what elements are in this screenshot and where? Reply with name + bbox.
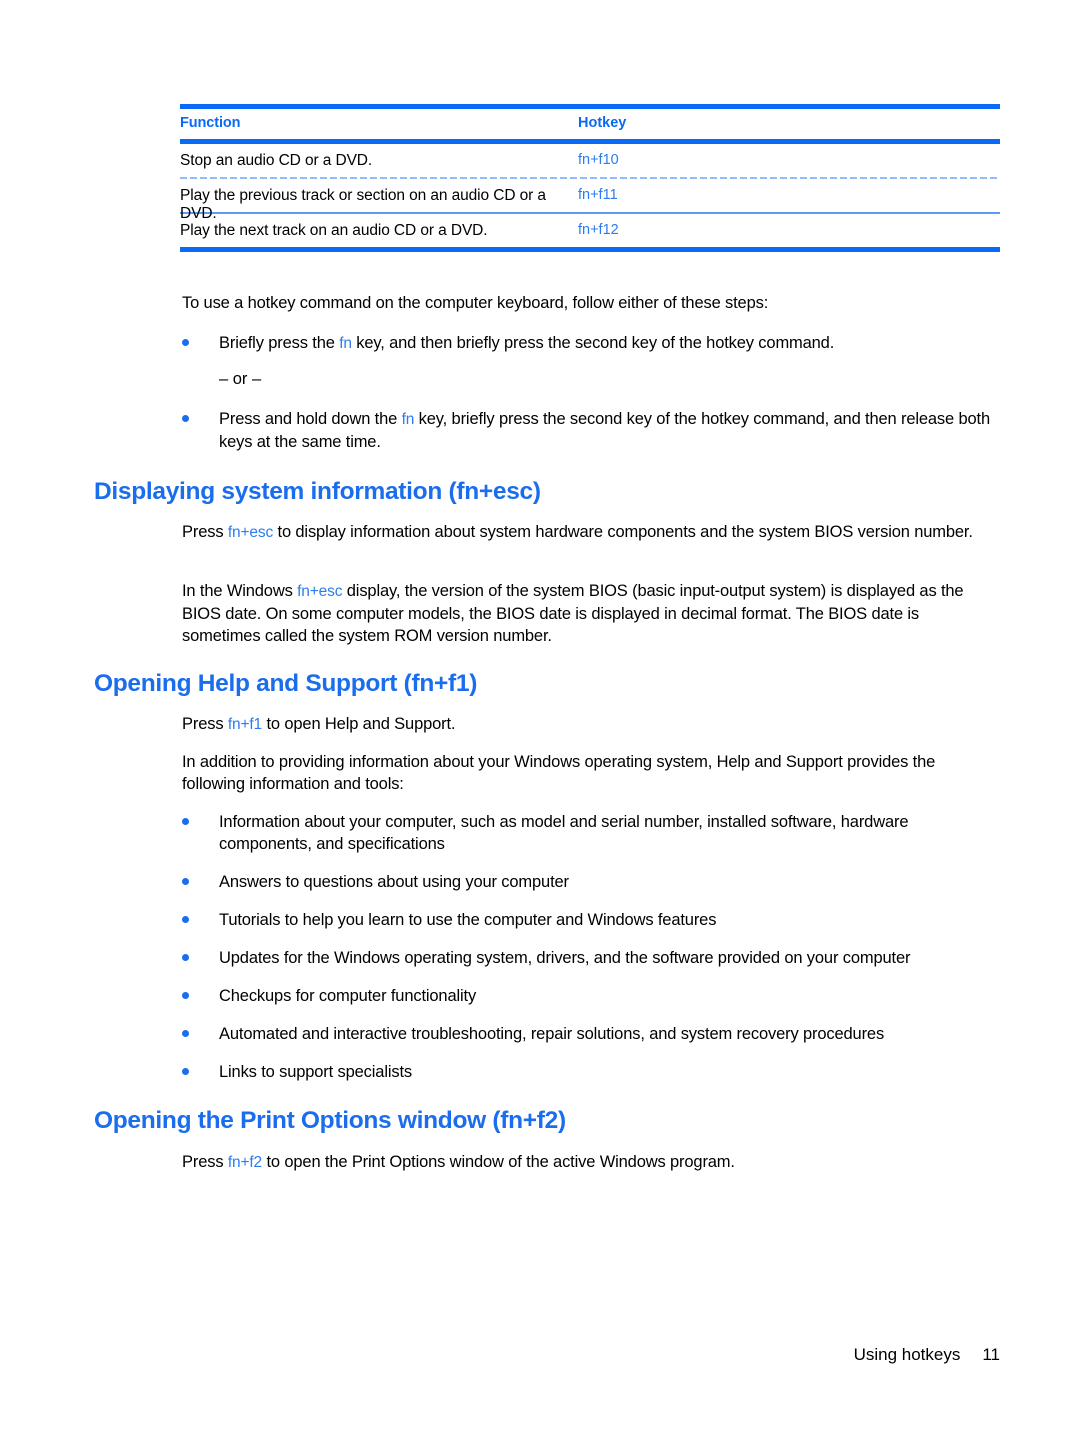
list-item: Briefly press the fn key, and then brief… — [182, 332, 982, 355]
bullet-dot-icon — [182, 1030, 189, 1037]
list-item-label: Press and hold down the fn key, briefly … — [219, 408, 992, 453]
table-row: Stop an audio CD or a DVD. fn+f10 — [180, 144, 1000, 177]
bullet2-text-before: Press and hold down the — [219, 410, 402, 428]
help-p1-before: Press — [182, 715, 228, 733]
sysinfo-paragraph-2: In the Windows fn+esc display, the versi… — [182, 580, 1000, 647]
print-p1-after: to open the Print Options window of the … — [262, 1153, 735, 1171]
sysinfo-p2-before: In the Windows — [182, 582, 298, 600]
list-item-label: Updates for the Windows operating system… — [219, 949, 911, 967]
table-cell-hotkey: fn+f12 — [578, 222, 619, 238]
inline-code-fn-esc: fn+esc — [227, 524, 274, 541]
table-cell-function: Stop an audio CD or a DVD. — [180, 152, 373, 169]
help-paragraph-1: Press fn+f1 to open Help and Support. — [182, 713, 1000, 736]
list-item: Press and hold down the fn key, briefly … — [182, 408, 992, 453]
table-row: Play the previous track or section on an… — [180, 179, 1000, 222]
table-bottom-border — [180, 247, 1000, 252]
bullet-dot-icon — [182, 992, 189, 999]
inline-code-fn-f2: fn+f2 — [227, 1154, 263, 1171]
page-footer: Using hotkeys 11 — [0, 1345, 1000, 1365]
document-page: Function Hotkey Stop an audio CD or a DV… — [0, 0, 1080, 1437]
help-p1-after: to open Help and Support. — [262, 715, 456, 733]
hotkey-table: Function Hotkey Stop an audio CD or a DV… — [180, 104, 1000, 252]
table-header-row: Function Hotkey — [180, 109, 1000, 139]
list-item: Information about your computer, such as… — [182, 811, 1000, 855]
list-item-label: Briefly press the fn key, and then brief… — [219, 332, 982, 355]
bullet-dot-icon — [182, 818, 189, 825]
list-item: Answers to questions about using your co… — [182, 871, 569, 893]
inline-code-fn-f1: fn+f1 — [227, 716, 263, 733]
list-item-label: Information about your computer, such as… — [219, 813, 909, 853]
bullet-dot-icon — [182, 339, 189, 346]
footer-page-number: 11 — [982, 1345, 1000, 1364]
bullet-dot-icon — [182, 1068, 189, 1075]
list-item-label: Checkups for computer functionality — [219, 987, 477, 1005]
table-cell-hotkey: fn+f10 — [578, 152, 619, 168]
list-item: Automated and interactive troubleshootin… — [182, 1023, 884, 1045]
footer-label: Using hotkeys — [853, 1345, 961, 1364]
heading-opening-help-and-support: Opening Help and Support (fn+f1) — [94, 670, 478, 697]
inline-code-fn-esc: fn+esc — [297, 583, 343, 600]
inline-code-fn: fn — [339, 335, 352, 352]
bullet-dot-icon — [182, 415, 189, 422]
bullet-dot-icon — [182, 878, 189, 885]
inline-code-fn: fn — [401, 411, 415, 428]
table-cell-function: Play the next track on an audio CD or a … — [180, 222, 488, 239]
column-header-function: Function — [180, 115, 241, 131]
table-row: Play the next track on an audio CD or a … — [180, 214, 1000, 247]
heading-opening-print-options-window: Opening the Print Options window (fn+f2) — [94, 1107, 566, 1134]
bullet1-text-after: key, and then briefly press the second k… — [351, 334, 835, 352]
print-p1-before: Press — [182, 1153, 228, 1171]
heading-displaying-system-information: Displaying system information (fn+esc) — [94, 478, 541, 505]
bullet-dot-icon — [182, 916, 189, 923]
list-item-label: Answers to questions about using your co… — [219, 873, 569, 891]
list-item: Updates for the Windows operating system… — [182, 947, 910, 969]
bullet-dot-icon — [182, 954, 189, 961]
list-item-label: Automated and interactive troubleshootin… — [219, 1025, 885, 1043]
list-item-label: Links to support specialists — [219, 1063, 412, 1081]
list-item: Links to support specialists — [182, 1061, 412, 1083]
list-item: Tutorials to help you learn to use the c… — [182, 909, 716, 931]
sysinfo-p1-after: to display information about system hard… — [273, 523, 973, 541]
list-item-label: Tutorials to help you learn to use the c… — [219, 911, 717, 929]
table-cell-hotkey: fn+f11 — [578, 187, 618, 203]
help-paragraph-2: In addition to providing information abo… — [182, 753, 936, 793]
print-paragraph-1: Press fn+f2 to open the Print Options wi… — [182, 1151, 1000, 1174]
bullet1-text-before: Briefly press the — [219, 334, 340, 352]
intro-lead-paragraph: To use a hotkey command on the computer … — [182, 294, 769, 312]
sysinfo-p1-before: Press — [182, 523, 228, 541]
list-item: Checkups for computer functionality — [182, 985, 476, 1007]
column-header-hotkey: Hotkey — [578, 115, 627, 131]
or-separator: – or – — [219, 370, 262, 388]
sysinfo-paragraph-1: Press fn+esc to display information abou… — [182, 521, 1000, 544]
